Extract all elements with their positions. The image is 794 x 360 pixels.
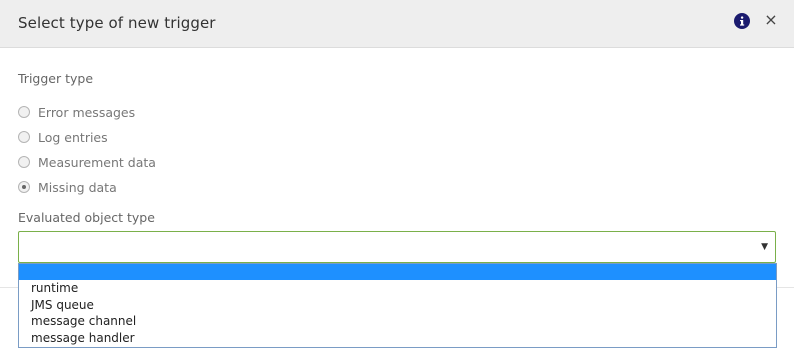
close-icon[interactable]: × xyxy=(764,12,778,28)
radio-button[interactable] xyxy=(18,156,30,168)
info-circle-icon[interactable] xyxy=(734,13,750,29)
dropdown-option-message-channel[interactable]: message channel xyxy=(19,313,776,329)
dropdown-arrow-icon[interactable]: ▼ xyxy=(761,242,768,252)
dialog-header: Select type of new trigger × xyxy=(0,0,794,48)
new-trigger-dialog: Select type of new trigger × Trigger typ… xyxy=(0,0,794,360)
radio-button-checked[interactable] xyxy=(18,181,30,193)
dropdown-option-empty[interactable] xyxy=(19,264,776,281)
dropdown-option-jms-queue[interactable]: JMS queue xyxy=(19,297,776,313)
dialog-title: Select type of new trigger xyxy=(18,14,216,32)
radio-log-entries[interactable]: Log entries xyxy=(18,129,108,145)
evaluated-object-type-select[interactable]: ▼ xyxy=(18,231,776,263)
evaluated-object-type-label: Evaluated object type xyxy=(18,210,155,225)
dropdown-option-message-handler[interactable]: message handler xyxy=(19,330,776,346)
radio-button[interactable] xyxy=(18,106,30,118)
evaluated-object-type-options[interactable]: runtime JMS queue message channel messag… xyxy=(18,263,777,348)
radio-measurement-data[interactable]: Measurement data xyxy=(18,154,156,170)
radio-missing-data[interactable]: Missing data xyxy=(18,179,117,195)
dropdown-option-runtime[interactable]: runtime xyxy=(19,280,776,296)
radio-error-messages[interactable]: Error messages xyxy=(18,104,135,120)
radio-label: Error messages xyxy=(38,104,136,120)
radio-label: Measurement data xyxy=(38,154,156,170)
radio-label: Log entries xyxy=(38,129,108,145)
radio-button[interactable] xyxy=(18,131,30,143)
radio-label: Missing data xyxy=(38,179,117,195)
trigger-type-label: Trigger type xyxy=(18,71,94,86)
